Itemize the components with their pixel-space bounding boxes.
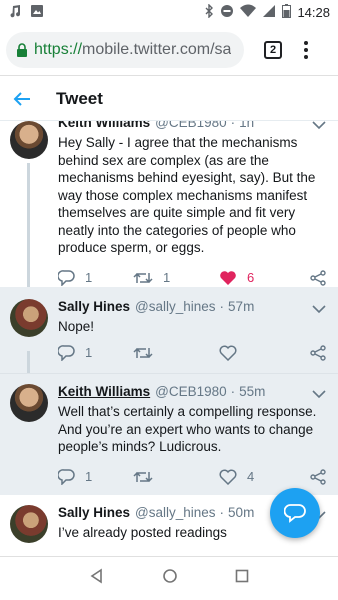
reply-count: 1 (85, 270, 93, 285)
author-name[interactable]: Keith Williams (58, 384, 150, 399)
music-note-icon (8, 4, 22, 21)
avatar[interactable] (10, 299, 48, 337)
battery-icon (282, 3, 292, 21)
reply-icon (58, 269, 75, 286)
tweet-time[interactable]: 1h (239, 121, 254, 130)
reply-icon (58, 468, 75, 485)
reply-count: 1 (85, 345, 93, 360)
tweet[interactable]: Sally Hines @sally_hines · 57m Nope! 1 (0, 287, 338, 385)
share-button[interactable] (310, 269, 326, 286)
reply-button[interactable]: 1 (58, 468, 113, 485)
retweet-icon (133, 272, 153, 283)
like-count: 4 (247, 469, 255, 484)
author-name[interactable]: Sally Hines (58, 505, 130, 520)
tweet-actions: 1 (58, 338, 328, 368)
lock-icon (16, 42, 28, 57)
share-button[interactable] (310, 344, 326, 361)
retweet-button[interactable] (133, 345, 195, 361)
back-arrow-icon (13, 91, 30, 106)
tweet-text: Hey Sally - I agree that the mechanisms … (58, 135, 316, 255)
like-button[interactable]: 4 (219, 469, 279, 485)
author-handle[interactable]: @CEB1980 (155, 121, 227, 130)
clock-time: 14:28 (297, 4, 330, 20)
like-count: 6 (247, 270, 255, 285)
url-text: https://mobile.twitter.com/sa (34, 41, 231, 59)
author-handle[interactable]: @CEB1980 (155, 384, 227, 399)
like-button[interactable] (219, 345, 279, 361)
avatar[interactable] (10, 121, 48, 159)
address-bar[interactable]: https://mobile.twitter.com/sa (6, 31, 244, 68)
recents-square-icon[interactable] (235, 569, 249, 588)
page-header: Tweet (0, 77, 338, 121)
retweet-button[interactable]: 1 (133, 270, 195, 286)
retweet-icon (133, 471, 153, 482)
share-icon (310, 269, 326, 286)
heart-icon (219, 469, 237, 485)
status-bar: 14:28 (0, 0, 338, 24)
tab-switcher-button[interactable]: 2 (264, 40, 282, 59)
image-icon (30, 4, 44, 21)
browser-toolbar: https://mobile.twitter.com/sa 2 (0, 24, 338, 76)
retweet-icon (133, 347, 153, 358)
author-handle[interactable]: @sally_hines (135, 505, 216, 520)
like-button[interactable]: 6 (219, 270, 279, 286)
share-icon (310, 344, 326, 361)
tweet-text: Well that’s certainly a compelling respo… (58, 404, 317, 454)
heart-filled-icon (220, 270, 236, 285)
chevron-down-icon[interactable] (312, 121, 326, 135)
tweet-text: Nope! (58, 319, 95, 334)
bluetooth-icon (204, 2, 214, 21)
tweet-header: Sally Hines @sally_hines · 57m (58, 299, 255, 314)
avatar[interactable] (10, 505, 48, 543)
reply-button[interactable]: 1 (58, 344, 113, 361)
url-host-path: mobile.twitter.com/sa (82, 40, 232, 58)
tweet-time[interactable]: 57m (228, 299, 254, 314)
system-navigation-bar (0, 556, 338, 600)
tweet-header: Keith Williams @CEB1980 · 55m (58, 384, 266, 399)
thread-line (27, 163, 30, 287)
reply-icon (58, 344, 75, 361)
wifi-icon (240, 4, 257, 21)
tweet[interactable]: Keith Williams @CEB1980 · 1h Hey Sally -… (0, 121, 338, 287)
url-scheme: https:// (34, 40, 83, 58)
back-button[interactable] (0, 91, 44, 107)
author-handle[interactable]: @sally_hines (135, 299, 216, 314)
reply-count: 1 (85, 469, 93, 484)
heart-icon (219, 345, 237, 361)
browser-menu-button[interactable] (304, 40, 308, 59)
tweet-actions: 1 4 (58, 462, 328, 492)
chevron-down-icon[interactable] (312, 301, 326, 319)
tweet-time[interactable]: 50m (228, 505, 254, 520)
reply-button[interactable]: 1 (58, 269, 113, 286)
author-name[interactable]: Keith Williams (58, 121, 150, 130)
reply-bubble-icon (284, 504, 306, 523)
avatar[interactable] (10, 384, 48, 422)
compose-reply-button[interactable] (270, 488, 320, 538)
retweet-button[interactable] (133, 469, 195, 485)
tweet[interactable]: Keith Williams @CEB1980 · 55m Well that’… (0, 373, 338, 495)
retweet-count: 1 (163, 270, 171, 285)
page-title: Tweet (56, 88, 103, 108)
share-icon (310, 468, 326, 485)
tweet-header: Keith Williams @CEB1980 · 1h (58, 121, 328, 130)
do-not-disturb-icon (220, 4, 234, 21)
share-button[interactable] (310, 468, 326, 485)
signal-icon (262, 4, 276, 21)
author-name[interactable]: Sally Hines (58, 299, 130, 314)
home-circle-icon[interactable] (162, 568, 178, 589)
chevron-down-icon[interactable] (312, 386, 326, 404)
back-triangle-icon[interactable] (89, 568, 105, 589)
tweet-time[interactable]: 55m (239, 384, 265, 399)
